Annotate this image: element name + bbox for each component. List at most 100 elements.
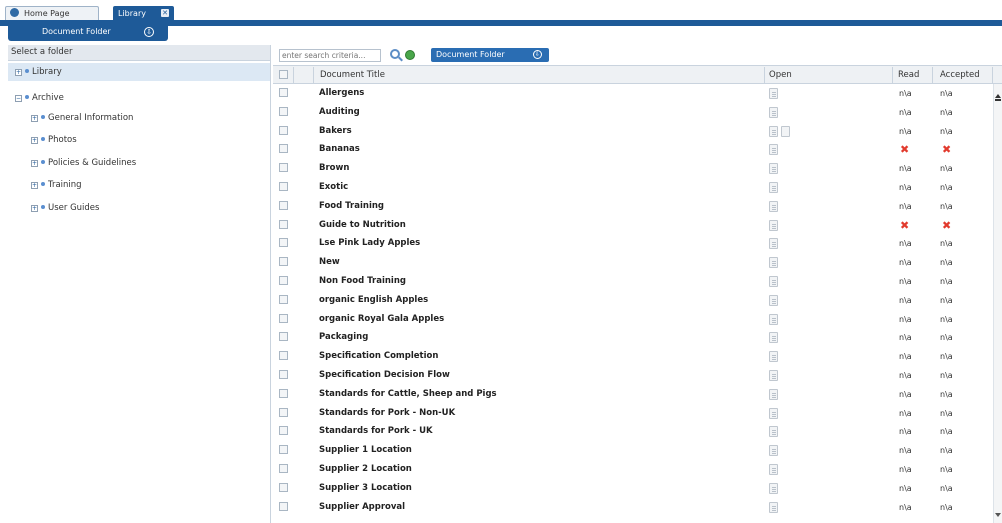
tab-home-page[interactable]: Home Page <box>5 6 99 20</box>
tree-item-photos[interactable]: + Photos <box>31 134 77 146</box>
row-checkbox[interactable] <box>279 219 288 229</box>
document-title[interactable]: Auditing <box>319 103 360 122</box>
document-title[interactable]: Specification Decision Flow <box>319 366 450 385</box>
row-checkbox[interactable] <box>279 144 288 154</box>
tab-library[interactable]: Library ✕ <box>113 6 174 20</box>
row-checkbox[interactable] <box>279 464 288 473</box>
document-open-icon[interactable] <box>769 88 778 99</box>
document-title[interactable]: Packaging <box>319 328 368 347</box>
refresh-icon[interactable] <box>405 50 415 60</box>
document-title[interactable]: Bakers <box>319 122 352 141</box>
document-title[interactable]: Supplier 1 Location <box>319 441 412 460</box>
document-open-icon[interactable] <box>769 407 778 419</box>
row-checkbox[interactable] <box>279 445 288 455</box>
document-title[interactable]: Standards for Pork - UK <box>319 422 433 441</box>
table-row[interactable]: Supplier Approval n\a n\a <box>273 498 993 517</box>
document-open-icon[interactable] <box>769 219 778 231</box>
document-open-icon[interactable] <box>769 163 778 175</box>
table-row[interactable]: Brown n\a n\a <box>273 159 993 178</box>
document-folder-button[interactable]: Document Folder ⇩ <box>8 24 168 41</box>
search-input[interactable] <box>279 49 381 62</box>
select-all-checkbox[interactable] <box>279 70 288 79</box>
document-open-icon[interactable] <box>769 257 778 269</box>
expand-icon[interactable]: + <box>31 137 38 144</box>
document-open-icon[interactable] <box>769 388 778 400</box>
document-folder-dropdown[interactable]: Document Folder ⇩ <box>431 48 549 62</box>
row-checkbox[interactable] <box>279 125 288 135</box>
row-checkbox[interactable] <box>279 407 288 417</box>
table-row[interactable]: Guide to Nutrition ✖ ✖ <box>273 216 993 235</box>
document-open-icon[interactable] <box>769 182 778 193</box>
tree-item-library[interactable]: + Library <box>8 63 270 81</box>
document-open-icon[interactable] <box>769 125 778 137</box>
document-open-icon[interactable] <box>769 464 778 475</box>
row-checkbox[interactable] <box>279 238 288 248</box>
table-row[interactable]: Specification Completion n\a n\a <box>273 347 993 366</box>
table-row[interactable]: organic English Apples n\a n\a <box>273 291 993 310</box>
collapse-icon[interactable]: − <box>15 95 22 102</box>
document-title[interactable]: Exotic <box>319 178 348 197</box>
document-title[interactable]: Standards for Pork - Non-UK <box>319 404 455 423</box>
document-title[interactable]: Guide to Nutrition <box>319 216 406 235</box>
table-row[interactable]: Allergens n\a n\a <box>273 84 993 103</box>
document-open-icon[interactable] <box>769 351 778 363</box>
document-title[interactable]: Allergens <box>319 84 364 103</box>
tree-item-general-information[interactable]: + General Information <box>31 112 133 124</box>
document-open-icon[interactable] <box>769 313 778 325</box>
table-row[interactable]: Supplier 1 Location n\a n\a <box>273 441 993 460</box>
table-row[interactable]: Food Training n\a n\a <box>273 197 993 216</box>
table-row[interactable]: Bakers n\a n\a <box>273 122 993 141</box>
document-open-icon[interactable] <box>769 445 778 457</box>
row-checkbox[interactable] <box>279 182 288 191</box>
row-checkbox[interactable] <box>279 200 288 210</box>
document-open-icon[interactable] <box>769 482 778 494</box>
document-open-icon[interactable] <box>769 501 778 513</box>
document-open-icon[interactable] <box>769 332 778 344</box>
table-row[interactable]: Packaging n\a n\a <box>273 328 993 347</box>
table-row[interactable]: Standards for Pork - Non-UK n\a n\a <box>273 404 993 423</box>
row-checkbox[interactable] <box>279 313 288 323</box>
document-title[interactable]: Lse Pink Lady Apples <box>319 234 420 253</box>
scroll-down-icon[interactable] <box>995 513 1001 517</box>
row-checkbox[interactable] <box>279 370 288 379</box>
document-title[interactable]: Food Training <box>319 197 384 216</box>
row-checkbox[interactable] <box>279 351 288 361</box>
tree-item-archive[interactable]: − Archive <box>15 92 64 104</box>
table-row[interactable]: Auditing n\a n\a <box>273 103 993 122</box>
close-icon[interactable]: ✕ <box>161 9 169 17</box>
document-title[interactable]: organic Royal Gala Apples <box>319 310 444 329</box>
table-row[interactable]: Exotic n\a n\a <box>273 178 993 197</box>
expand-icon[interactable]: + <box>31 205 38 212</box>
table-row[interactable]: Specification Decision Flow n\a n\a <box>273 366 993 385</box>
document-title[interactable]: Supplier Approval <box>319 498 405 517</box>
document-title[interactable]: Supplier 3 Location <box>319 479 412 498</box>
row-checkbox[interactable] <box>279 106 288 116</box>
document-open-icon[interactable] <box>769 370 778 381</box>
document-title[interactable]: Specification Completion <box>319 347 438 366</box>
table-row[interactable]: organic Royal Gala Apples n\a n\a <box>273 310 993 329</box>
row-checkbox[interactable] <box>279 163 288 173</box>
document-blank-icon[interactable] <box>781 125 790 137</box>
table-row[interactable]: Standards for Pork - UK n\a n\a <box>273 422 993 441</box>
scroll-up-icon[interactable] <box>995 94 1001 98</box>
table-row[interactable]: Non Food Training n\a n\a <box>273 272 993 291</box>
expand-icon[interactable]: + <box>31 182 38 189</box>
table-row[interactable]: New n\a n\a <box>273 253 993 272</box>
column-header-title[interactable]: Document Title <box>320 66 385 84</box>
table-row[interactable]: Supplier 3 Location n\a n\a <box>273 479 993 498</box>
document-title[interactable]: New <box>319 253 340 272</box>
row-checkbox[interactable] <box>279 88 288 97</box>
tree-item-policies-guidelines[interactable]: + Policies & Guidelines <box>31 157 136 169</box>
document-open-icon[interactable] <box>769 426 778 438</box>
table-row[interactable]: Bananas ✖ ✖ <box>273 140 993 159</box>
document-open-icon[interactable] <box>769 238 778 250</box>
document-open-icon[interactable] <box>769 294 778 306</box>
table-row[interactable]: Lse Pink Lady Apples n\a n\a <box>273 234 993 253</box>
row-checkbox[interactable] <box>279 501 288 511</box>
row-checkbox[interactable] <box>279 276 288 285</box>
vertical-scrollbar[interactable] <box>993 84 1002 523</box>
expand-icon[interactable]: + <box>31 115 38 122</box>
document-title[interactable]: Supplier 2 Location <box>319 460 412 479</box>
row-checkbox[interactable] <box>279 482 288 492</box>
document-title[interactable]: Bananas <box>319 140 360 159</box>
